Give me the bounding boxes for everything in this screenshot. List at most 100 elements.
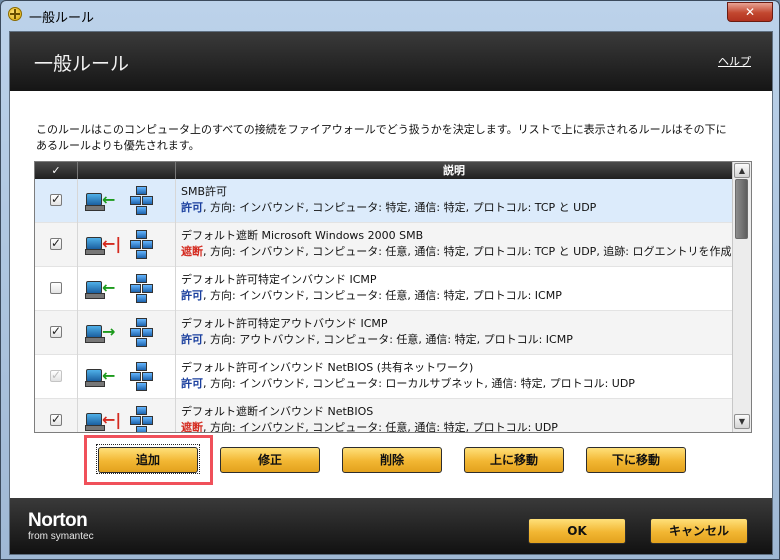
direction-arrow-icon: ←| <box>102 234 122 253</box>
rule-detail: , 方向: インバウンド, コンピュータ: 任意, 通信: 特定, プロトコル:… <box>203 245 732 258</box>
table-row[interactable]: ←| デフォルト遮断インバウンド NetBIOS 遮断, 方向: インバウンド,… <box>35 399 732 432</box>
rule-name: デフォルト許可インバウンド NetBIOS (共有ネットワーク) <box>181 361 474 374</box>
enabled-cell <box>35 311 78 355</box>
rule-detail-line: 遮断, 方向: インバウンド, コンピュータ: 任意, 通信: 特定, プロトコ… <box>181 244 732 260</box>
rule-enabled-checkbox[interactable] <box>50 282 62 294</box>
rule-name: デフォルト許可特定インバウンド ICMP <box>181 273 377 286</box>
rule-action: 許可 <box>181 201 203 214</box>
table-row[interactable]: ← デフォルト許可インバウンド NetBIOS (共有ネットワーク) 許可, 方… <box>35 355 732 399</box>
rule-action: 遮断 <box>181 245 203 258</box>
rule-description: SMB許可 許可, 方向: インバウンド, コンピュータ: 特定, 通信: 特定… <box>181 184 721 216</box>
table-header: ✓ 説明 <box>35 162 732 179</box>
computer-icon <box>85 237 105 255</box>
norton-app-icon <box>8 7 22 21</box>
rule-description: デフォルト遮断 Microsoft Windows 2000 SMB 遮断, 方… <box>181 228 732 260</box>
network-icon <box>130 186 153 216</box>
rule-detail-line: 許可, 方向: インバウンド, コンピュータ: 特定, 通信: 特定, プロトコ… <box>181 200 721 216</box>
block-inbound-icon: ←| <box>78 399 176 432</box>
direction-arrow-icon: ← <box>102 278 116 297</box>
rule-name: デフォルト許可特定アウトバウンド ICMP <box>181 317 388 330</box>
computer-icon <box>85 325 105 343</box>
computer-icon <box>85 413 105 431</box>
rule-enabled-checkbox[interactable] <box>50 192 62 206</box>
column-header-icon <box>78 162 176 179</box>
rules-table: ✓ 説明 ← SMB許可 許可, 方向: インバウンド, コンピュータ: 特定,… <box>34 161 752 433</box>
enabled-cell <box>35 355 78 399</box>
table-row[interactable]: ←| デフォルト遮断 Microsoft Windows 2000 SMB 遮断… <box>35 223 732 267</box>
rule-detail-line: 許可, 方向: アウトバウンド, コンピュータ: 任意, 通信: 特定, プロト… <box>181 332 721 348</box>
computer-icon <box>85 369 105 387</box>
rule-detail: , 方向: アウトバウンド, コンピュータ: 任意, 通信: 特定, プロトコル… <box>203 333 573 346</box>
enabled-cell <box>35 223 78 267</box>
title-bar[interactable]: 一般ルール ✕ <box>1 1 779 29</box>
direction-arrow-icon: ←| <box>102 410 122 429</box>
rule-enabled-checkbox[interactable] <box>50 324 62 338</box>
rule-detail: , 方向: インバウンド, コンピュータ: 特定, 通信: 特定, プロトコル:… <box>203 201 597 214</box>
network-icon <box>130 318 153 348</box>
rule-description: デフォルト許可特定インバウンド ICMP 許可, 方向: インバウンド, コンピ… <box>181 272 721 304</box>
table-row[interactable]: → デフォルト許可特定アウトバウンド ICMP 許可, 方向: アウトバウンド,… <box>35 311 732 355</box>
close-button[interactable]: ✕ <box>727 2 773 22</box>
enabled-cell <box>35 267 78 311</box>
rule-name: デフォルト遮断 Microsoft Windows 2000 SMB <box>181 229 424 242</box>
rule-description: デフォルト許可インバウンド NetBIOS (共有ネットワーク) 許可, 方向:… <box>181 360 721 392</box>
rule-description: デフォルト遮断インバウンド NetBIOS 遮断, 方向: インバウンド, コン… <box>181 404 721 432</box>
cancel-button[interactable]: キャンセル <box>650 518 748 544</box>
focus-rectangle <box>96 444 200 474</box>
dialog-window: 一般ルール ✕ 一般ルール ヘルプ このルールはこのコンピュータ上のすべての接続… <box>0 0 780 560</box>
network-icon <box>130 274 153 304</box>
rule-enabled-checkbox[interactable] <box>50 368 62 382</box>
allow-inbound-icon: ← <box>78 267 176 311</box>
rule-detail-line: 許可, 方向: インバウンド, コンピュータ: 任意, 通信: 特定, プロトコ… <box>181 288 721 304</box>
network-icon <box>130 362 153 392</box>
scrollbar-thumb[interactable] <box>735 179 748 239</box>
rule-name: デフォルト遮断インバウンド NetBIOS <box>181 405 374 418</box>
rule-description: デフォルト許可特定アウトバウンド ICMP 許可, 方向: アウトバウンド, コ… <box>181 316 721 348</box>
scroll-up-icon[interactable]: ▲ <box>734 163 750 178</box>
computer-icon <box>85 193 105 211</box>
column-header-description[interactable]: 説明 <box>176 162 732 179</box>
table-body: ← SMB許可 許可, 方向: インバウンド, コンピュータ: 特定, 通信: … <box>35 179 732 432</box>
modify-button[interactable]: 修正 <box>220 447 320 473</box>
network-icon <box>130 406 153 432</box>
enabled-cell <box>35 399 78 432</box>
move-down-button[interactable]: 下に移動 <box>586 447 686 473</box>
table-row[interactable]: ← デフォルト許可特定インバウンド ICMP 許可, 方向: インバウンド, コ… <box>35 267 732 311</box>
norton-logo: Norton from symantec <box>28 510 94 543</box>
direction-arrow-icon: ← <box>102 366 116 385</box>
delete-button[interactable]: 削除 <box>342 447 442 473</box>
rule-action: 許可 <box>181 333 203 346</box>
ok-button[interactable]: OK <box>528 518 626 544</box>
help-link[interactable]: ヘルプ <box>718 53 751 69</box>
rule-name: SMB許可 <box>181 185 228 198</box>
allow-outbound-icon: → <box>78 311 176 355</box>
network-icon <box>130 230 153 260</box>
vertical-scrollbar[interactable]: ▲ ▼ <box>732 162 751 432</box>
block-inbound-icon: ←| <box>78 223 176 267</box>
rule-detail: , 方向: インバウンド, コンピュータ: 任意, 通信: 特定, プロトコル:… <box>203 289 562 302</box>
rules-description: このルールはこのコンピュータ上のすべての接続をファイアウォールでどう扱うかを決定… <box>36 123 727 152</box>
rule-detail: , 方向: インバウンド, コンピュータ: ローカルサブネット, 通信: 特定,… <box>203 377 635 390</box>
scroll-down-icon[interactable]: ▼ <box>734 414 750 429</box>
rule-enabled-checkbox[interactable] <box>50 236 62 250</box>
window-title: 一般ルール <box>29 11 95 26</box>
logo-main-text: Norton <box>28 510 88 531</box>
rule-detail-line: 許可, 方向: インバウンド, コンピュータ: ローカルサブネット, 通信: 特… <box>181 376 721 392</box>
allow-inbound-icon: ← <box>78 355 176 399</box>
rule-detail-line: 遮断, 方向: インバウンド, コンピュータ: 任意, 通信: 特定, プロトコ… <box>181 420 721 432</box>
rule-action: 許可 <box>181 377 203 390</box>
direction-arrow-icon: → <box>102 322 116 341</box>
rule-detail: , 方向: インバウンド, コンピュータ: 任意, 通信: 特定, プロトコル:… <box>203 421 558 432</box>
rule-action: 許可 <box>181 289 203 302</box>
column-header-enabled[interactable]: ✓ <box>35 162 78 179</box>
page-header: 一般ルール ヘルプ <box>10 32 772 91</box>
computer-icon <box>85 281 105 299</box>
move-up-button[interactable]: 上に移動 <box>464 447 564 473</box>
rule-action: 遮断 <box>181 421 203 432</box>
table-row[interactable]: ← SMB許可 許可, 方向: インバウンド, コンピュータ: 特定, 通信: … <box>35 179 732 223</box>
direction-arrow-icon: ← <box>102 190 116 209</box>
rule-enabled-checkbox[interactable] <box>50 412 62 426</box>
client-area: 一般ルール ヘルプ このルールはこのコンピュータ上のすべての接続をファイアウォー… <box>9 31 773 555</box>
enabled-cell <box>35 179 78 223</box>
page-title: 一般ルール <box>34 53 130 75</box>
